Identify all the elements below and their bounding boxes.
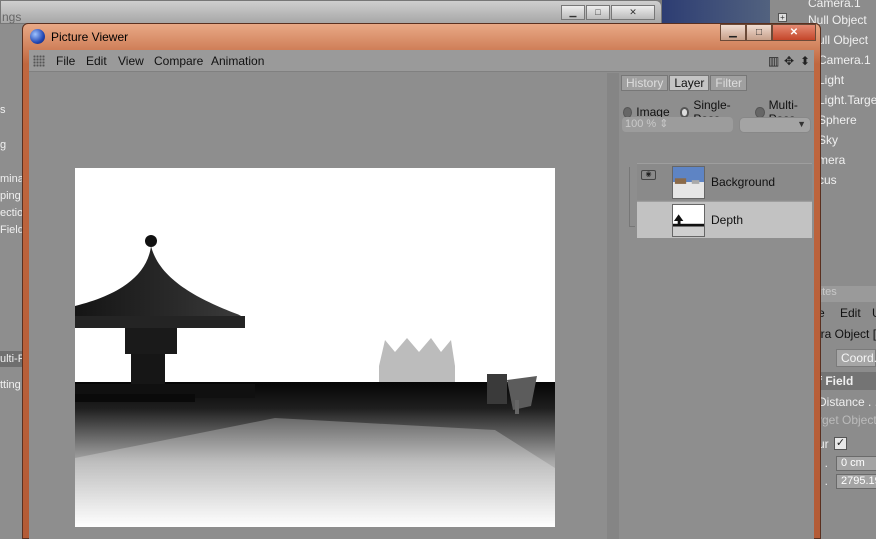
zoom-field[interactable]: 100 % ⇕ xyxy=(622,117,733,132)
menu-bar: File Edit View Compare Animation ▥ ✥ ⬍ xyxy=(29,50,814,72)
chevron-down-icon: ▼ xyxy=(797,119,806,129)
object-item[interactable]: Camera.1 xyxy=(808,0,861,10)
attributes-menu: e Edit U xyxy=(812,304,876,322)
object-item[interactable]: Camera.1 xyxy=(818,53,871,67)
bg-window-title: ngs xyxy=(2,10,22,24)
object-item[interactable]: Light xyxy=(818,73,844,87)
attributes-title: era Object [ xyxy=(814,327,876,341)
radio-image[interactable] xyxy=(623,106,633,118)
app-icon xyxy=(30,29,45,44)
menu-compare[interactable]: Compare xyxy=(154,54,203,68)
window-title: Picture Viewer xyxy=(51,30,129,44)
bg-left-item: g xyxy=(0,139,7,151)
layer-tree-line xyxy=(629,167,635,227)
depth-thumbnail xyxy=(672,204,705,237)
layer-name: Background xyxy=(711,175,776,189)
attributes-header: utes xyxy=(812,286,876,302)
background-thumbnail xyxy=(672,166,705,199)
tab-history[interactable]: History xyxy=(621,75,669,91)
background-settings-window: ngs ▁ □ ✕ xyxy=(0,0,662,24)
bg-minimize-button[interactable]: ▁ xyxy=(561,5,585,20)
menu-edit[interactable]: Edit xyxy=(86,54,107,68)
title-bar[interactable]: Picture Viewer ▁ □ ✕ xyxy=(23,24,820,50)
zoom-value: 100 % xyxy=(625,118,657,130)
view-dropdown[interactable]: ▼ xyxy=(739,117,811,133)
tab-layer[interactable]: Layer xyxy=(669,75,710,91)
menu-animation[interactable]: Animation xyxy=(211,54,264,68)
bg-left-item: Field xyxy=(0,224,24,236)
layer-row-depth[interactable]: Depth xyxy=(637,201,812,238)
object-item[interactable]: Sphere xyxy=(818,113,857,127)
object-item[interactable]: ull Object xyxy=(818,33,868,47)
tab-coord[interactable]: Coord. xyxy=(836,349,876,367)
focus-distance-field[interactable]: 2795.19 xyxy=(836,474,876,489)
expand-icon[interactable]: + xyxy=(778,13,787,22)
bg-left-item: s xyxy=(0,104,6,116)
object-item[interactable]: Sky xyxy=(818,133,838,147)
eye-icon[interactable]: ◉ xyxy=(641,170,656,180)
bg-left-item: ping xyxy=(0,190,21,202)
bg-left-item: tting xyxy=(0,379,21,391)
attr-label: Distance . . xyxy=(818,395,876,409)
minimize-button[interactable]: ▁ xyxy=(720,24,746,41)
radio-single-pass[interactable] xyxy=(679,106,690,118)
object-item[interactable]: Light.Target xyxy=(818,93,876,107)
layout-icon[interactable]: ▥ xyxy=(768,54,779,68)
attributes-section-header[interactable]: f Field xyxy=(812,372,876,390)
bg-left-item: mina xyxy=(0,173,24,185)
menu-file[interactable]: File xyxy=(56,54,75,68)
splitter[interactable] xyxy=(607,73,619,539)
rendered-depth-image xyxy=(75,168,555,527)
stepper-icon[interactable]: ⇕ xyxy=(659,118,668,130)
radio-multi-pass[interactable] xyxy=(755,106,765,118)
object-item[interactable]: mera xyxy=(818,153,845,167)
bg-close-button[interactable]: ✕ xyxy=(611,5,655,20)
bg-maximize-button[interactable]: □ xyxy=(586,5,610,20)
tab-filter[interactable]: Filter xyxy=(710,75,748,91)
menu-view[interactable]: View xyxy=(118,54,144,68)
attr-menu-item[interactable]: U xyxy=(872,306,876,320)
viewer-client-area: File Edit View Compare Animation ▥ ✥ ⬍ H… xyxy=(29,50,814,539)
layer-row-background[interactable]: ◉ Background xyxy=(637,163,812,200)
maximize-button[interactable]: □ xyxy=(746,24,772,41)
close-button[interactable]: ✕ xyxy=(772,24,816,41)
image-viewport[interactable] xyxy=(29,73,607,539)
picture-viewer-window: Picture Viewer ▁ □ ✕ File Edit View Comp… xyxy=(22,23,821,539)
attr-menu-item[interactable]: Edit xyxy=(840,306,861,320)
distance-field[interactable]: 0 cm xyxy=(836,456,876,471)
move-icon[interactable]: ✥ xyxy=(784,54,794,68)
arrow-icon[interactable]: ⬍ xyxy=(800,54,810,68)
checkbox[interactable]: ✓ xyxy=(834,437,847,450)
grip-icon[interactable] xyxy=(33,55,45,67)
layer-panel: History Layer Filter Image Single-Pass M… xyxy=(619,73,814,539)
attr-label: rget Object xyxy=(818,413,876,427)
layer-name: Depth xyxy=(711,213,744,227)
